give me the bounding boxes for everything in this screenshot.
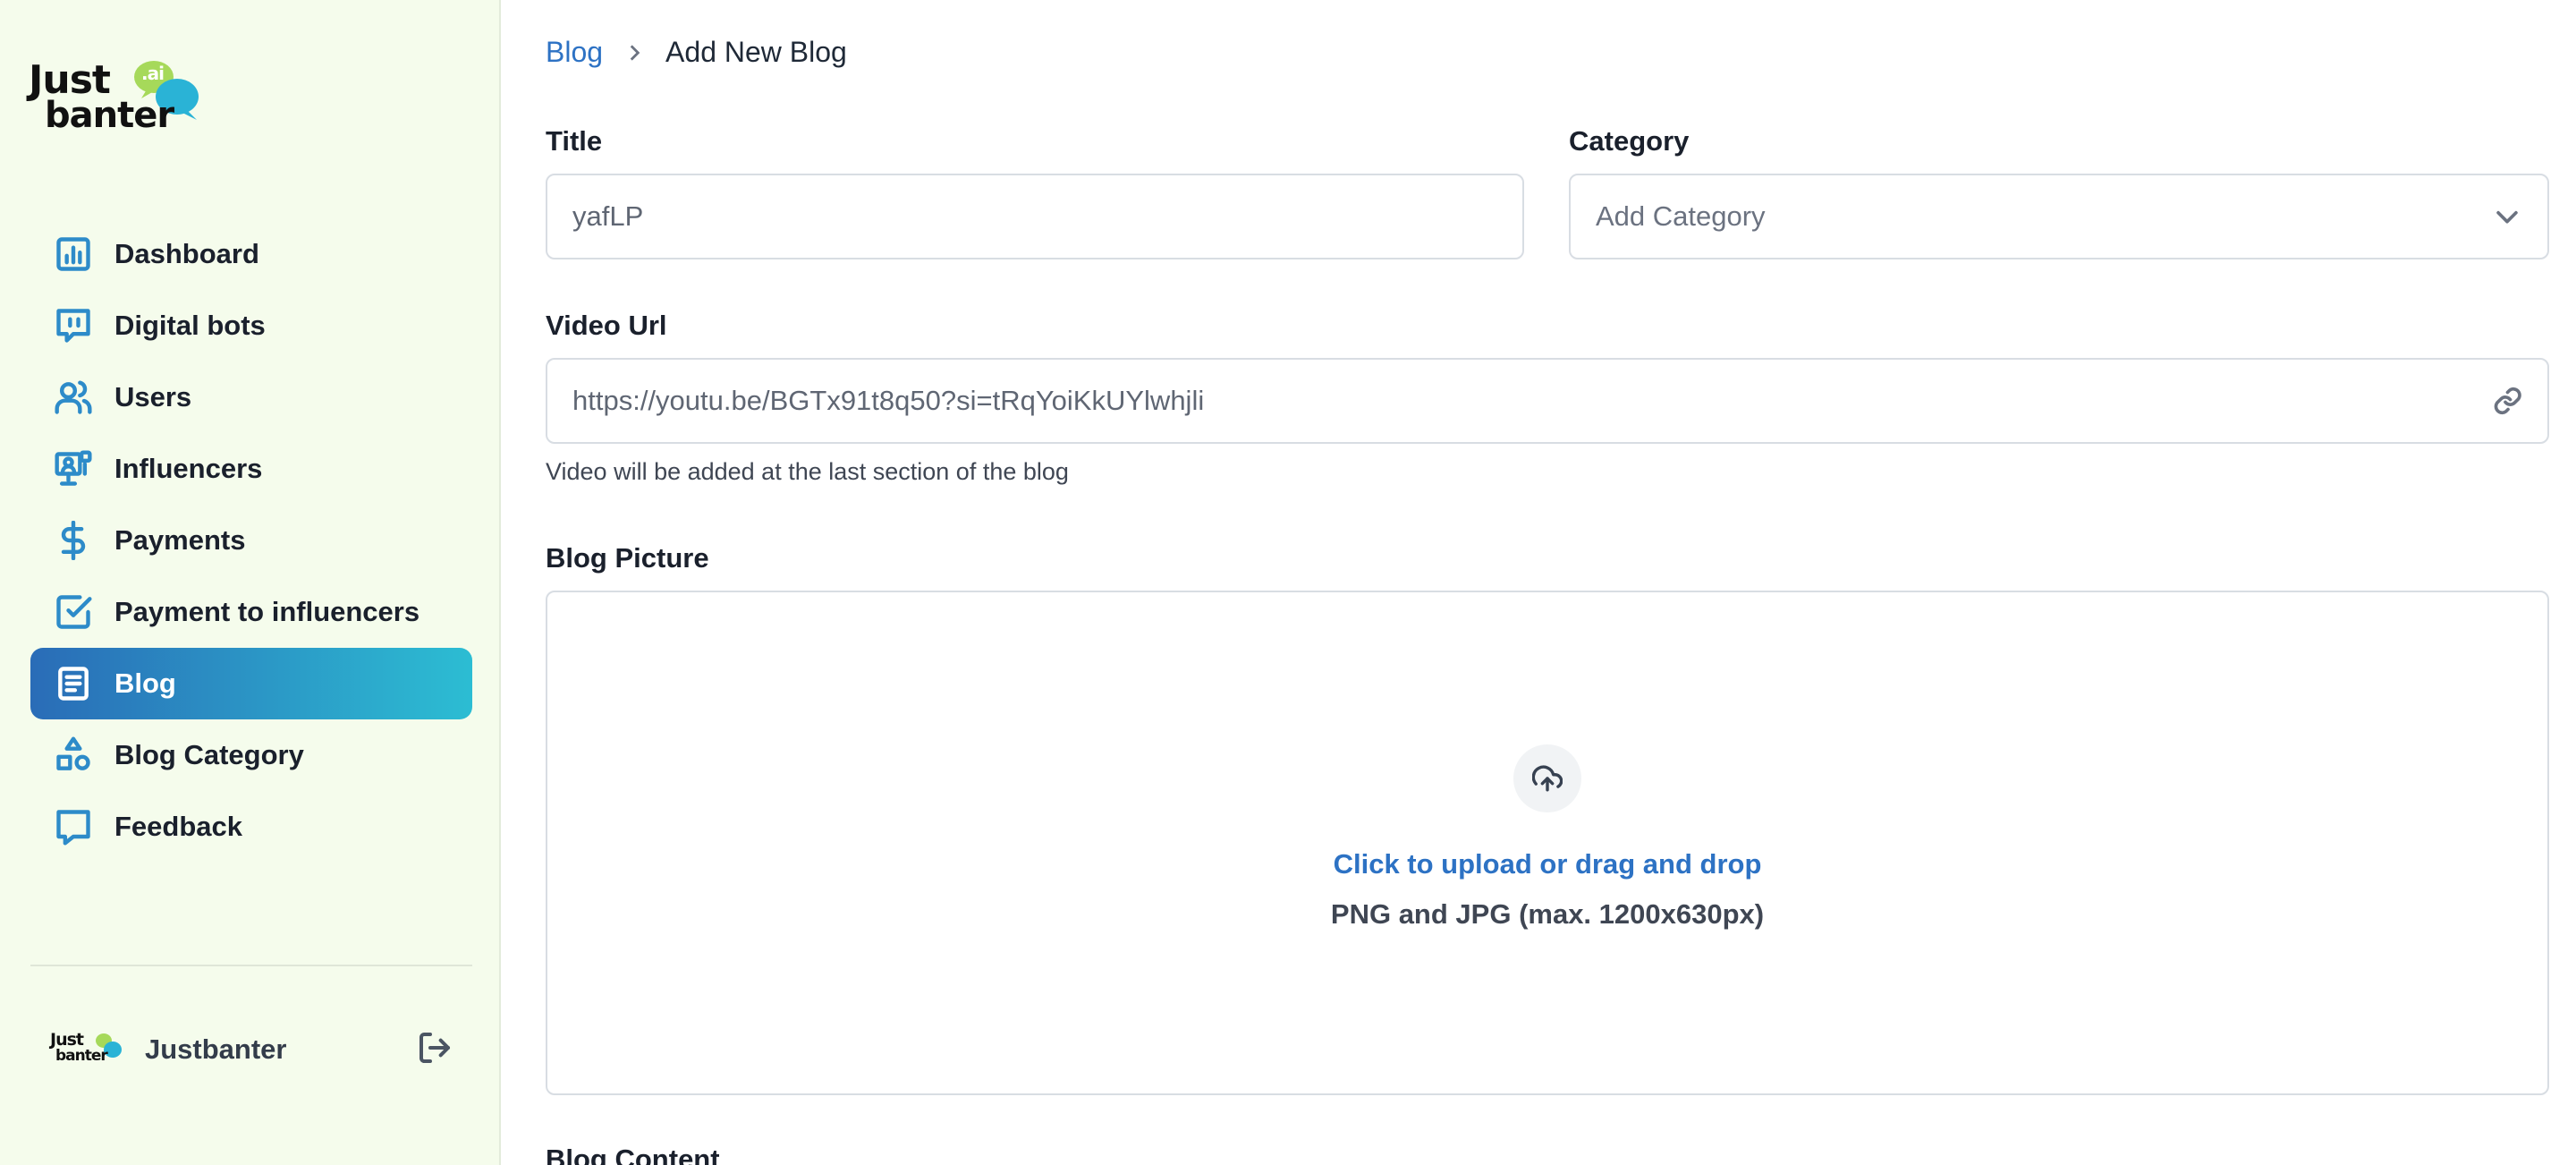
category-select[interactable]: Add Category bbox=[1569, 174, 2549, 259]
logo-badge: .ai bbox=[141, 63, 165, 84]
chevron-right-icon bbox=[623, 41, 646, 64]
sidebar: Just .ai banter Dashboard Digital bots U… bbox=[0, 0, 501, 1165]
category-placeholder: Add Category bbox=[1596, 200, 1766, 232]
sidebar-nav: Dashboard Digital bots Users Influencers… bbox=[30, 218, 472, 863]
blog-picture-dropzone[interactable]: Click to upload or drag and drop PNG and… bbox=[546, 591, 2549, 1095]
sidebar-item-blog[interactable]: Blog bbox=[30, 648, 472, 719]
account-footer: Just banter Justbanter bbox=[50, 1027, 453, 1072]
category-label: Category bbox=[1569, 125, 1690, 157]
avatar: Just banter bbox=[50, 1030, 125, 1069]
sidebar-item-label: Users bbox=[114, 381, 192, 412]
upload-cloud-icon bbox=[1513, 744, 1581, 812]
sidebar-item-payments[interactable]: Payments bbox=[30, 505, 472, 576]
video-url-field[interactable] bbox=[546, 358, 2549, 444]
video-url-hint: Video will be added at the last section … bbox=[546, 458, 1069, 485]
breadcrumb: Blog Add New Blog bbox=[546, 36, 847, 69]
sidebar-item-label: Feedback bbox=[114, 811, 243, 842]
sidebar-item-payment-to-influencers[interactable]: Payment to influencers bbox=[30, 576, 472, 648]
sidebar-item-feedback[interactable]: Feedback bbox=[30, 791, 472, 863]
breadcrumb-blog-link[interactable]: Blog bbox=[546, 36, 603, 69]
sidebar-item-label: Payment to influencers bbox=[114, 596, 420, 627]
title-input[interactable] bbox=[572, 200, 1497, 233]
title-field[interactable] bbox=[546, 174, 1524, 259]
sidebar-item-label: Digital bots bbox=[114, 310, 266, 341]
logo-word-banter: banter bbox=[45, 95, 174, 136]
sidebar-item-label: Payments bbox=[114, 524, 246, 556]
sidebar-item-influencers[interactable]: Influencers bbox=[30, 433, 472, 505]
sidebar-item-dashboard[interactable]: Dashboard bbox=[30, 218, 472, 290]
sidebar-item-label: Blog bbox=[114, 668, 176, 699]
check-square-icon bbox=[50, 589, 97, 635]
shapes-icon bbox=[50, 732, 97, 778]
dollar-icon bbox=[50, 517, 97, 564]
chevron-down-icon bbox=[2496, 210, 2518, 224]
sidebar-item-label: Blog Category bbox=[114, 739, 304, 770]
users-icon bbox=[50, 374, 97, 421]
sidebar-divider bbox=[30, 965, 472, 966]
sidebar-item-users[interactable]: Users bbox=[30, 361, 472, 433]
upload-cta[interactable]: Click to upload or drag and drop bbox=[547, 848, 2547, 880]
breadcrumb-current: Add New Blog bbox=[665, 36, 847, 68]
chat-bot-icon bbox=[50, 302, 97, 349]
blog-content-label: Blog Content bbox=[546, 1144, 720, 1165]
video-url-input[interactable] bbox=[572, 385, 2493, 417]
logout-icon[interactable] bbox=[417, 1030, 453, 1070]
account-name: Justbanter bbox=[145, 1033, 287, 1065]
message-square-icon bbox=[50, 804, 97, 850]
video-url-label: Video Url bbox=[546, 310, 667, 341]
upload-format-hint: PNG and JPG (max. 1200x630px) bbox=[1330, 898, 1765, 930]
sidebar-item-digital-bots[interactable]: Digital bots bbox=[30, 290, 472, 361]
link-icon bbox=[2494, 387, 2521, 415]
mini-logo-word-banter: banter bbox=[55, 1047, 108, 1065]
influencer-monitor-icon bbox=[50, 446, 97, 492]
sidebar-item-label: Dashboard bbox=[114, 238, 259, 269]
sidebar-item-blog-category[interactable]: Blog Category bbox=[30, 719, 472, 791]
title-label: Title bbox=[546, 125, 603, 157]
document-icon bbox=[50, 660, 97, 707]
bar-chart-icon bbox=[50, 231, 97, 277]
blog-picture-label: Blog Picture bbox=[546, 542, 709, 574]
sidebar-item-label: Influencers bbox=[114, 453, 263, 484]
justbanter-logo[interactable]: Just .ai banter bbox=[29, 57, 208, 138]
